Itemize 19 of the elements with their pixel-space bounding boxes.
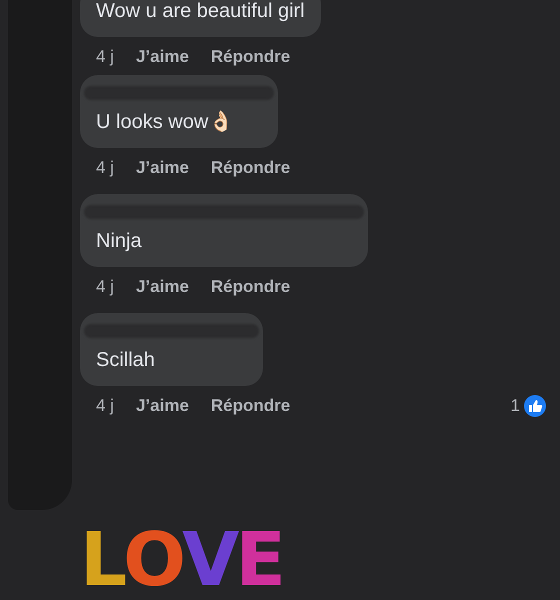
comment-text: Ninja	[96, 229, 143, 253]
like-link[interactable]: J’aime	[136, 47, 189, 67]
comment-text: Wow u are beautiful girl	[96, 0, 305, 23]
timestamp: 4 j	[96, 277, 114, 297]
timestamp: 4 j	[96, 158, 114, 178]
comment-text: U looks wow👌🏻	[96, 110, 234, 134]
like-link[interactable]: J’aime	[136, 396, 189, 416]
reaction-count: 1	[510, 396, 520, 416]
love-sticker-text: LOVE	[80, 522, 282, 598]
timestamp: 4 j	[96, 396, 114, 416]
reply-link[interactable]: Répondre	[210, 158, 290, 178]
thumbs-up-icon[interactable]	[524, 395, 546, 417]
timestamp: 4 j	[96, 47, 114, 67]
reply-link[interactable]: Répondre	[210, 396, 290, 416]
like-link[interactable]: J’aime	[136, 158, 189, 178]
reply-link[interactable]: Répondre	[210, 47, 290, 67]
reply-link[interactable]: Répondre	[210, 277, 290, 297]
comment-text: Scillah	[96, 348, 156, 372]
like-link[interactable]: J’aime	[136, 277, 189, 297]
